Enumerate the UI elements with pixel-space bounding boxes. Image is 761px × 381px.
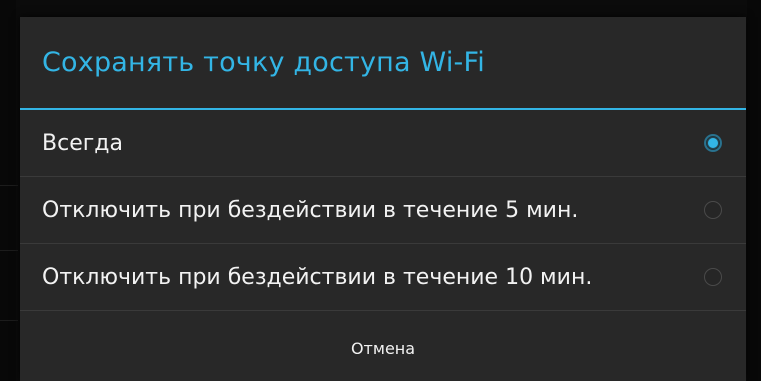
option-label: Всегда [42,130,123,156]
background-list-right-edge [747,0,761,381]
background-divider [0,320,18,321]
option-disable-5-min[interactable]: Отключить при бездействии в течение 5 ми… [20,177,746,244]
option-label: Отключить при бездействии в течение 5 ми… [42,197,579,223]
screen: Сохранять точку доступа Wi-Fi Всегда Отк… [0,0,761,381]
dialog-title: Сохранять точку доступа Wi-Fi [20,17,746,110]
option-disable-10-min[interactable]: Отключить при бездействии в течение 10 м… [20,244,746,311]
radio-button[interactable] [704,268,722,286]
radio-button[interactable] [704,201,722,219]
cancel-button[interactable]: Отмена [20,311,746,381]
option-label: Отключить при бездействии в течение 10 м… [42,264,593,290]
keep-wifi-dialog: Сохранять точку доступа Wi-Fi Всегда Отк… [20,17,746,381]
dialog-footer: Отмена [20,311,746,381]
background-divider [0,250,18,251]
background-divider [0,185,18,186]
option-always[interactable]: Всегда [20,110,746,177]
options-list: Всегда Отключить при бездействии в течен… [20,110,746,311]
background-list-left-edge [0,0,16,381]
radio-button[interactable] [704,134,722,152]
